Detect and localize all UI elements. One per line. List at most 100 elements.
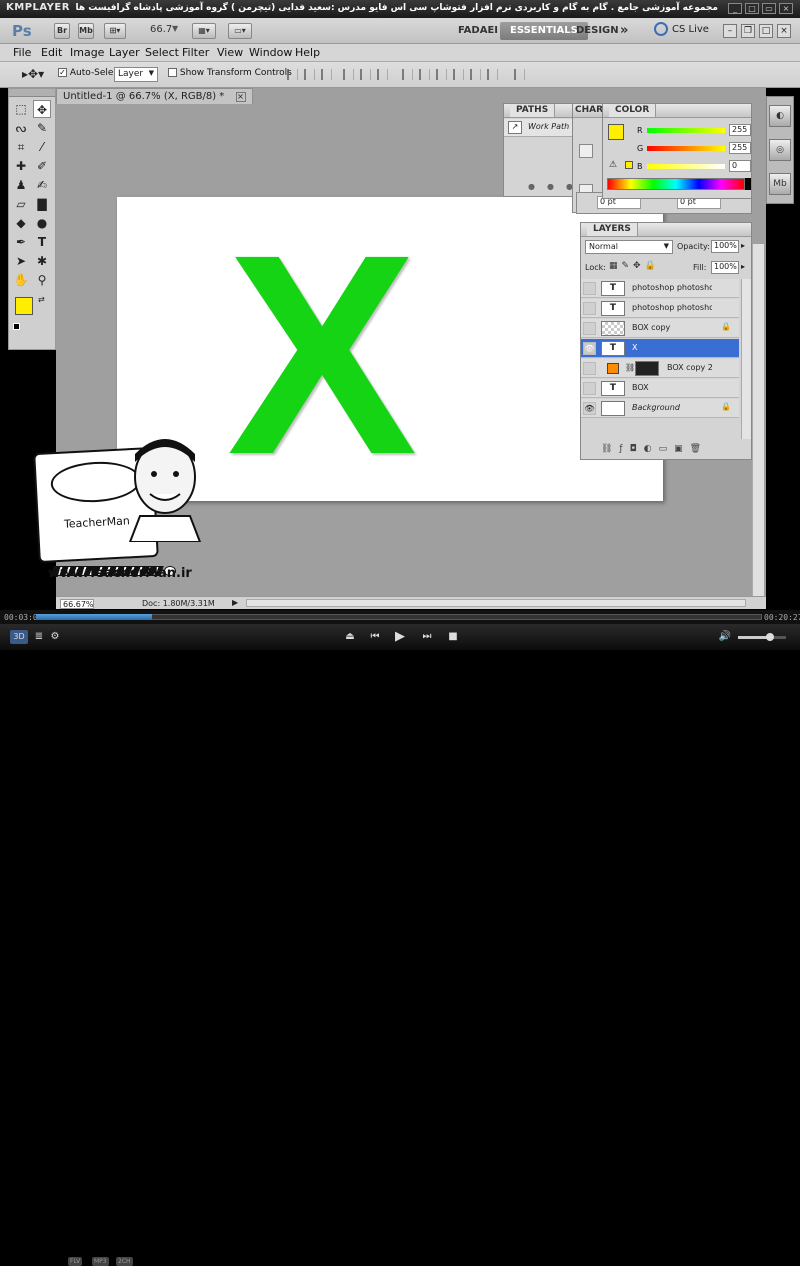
eye-icon[interactable]: 👁 — [583, 342, 596, 355]
distribute-hcenter-icon[interactable] — [470, 69, 481, 80]
opacity-value[interactable]: 100% — [711, 240, 739, 253]
ps-minimize-button[interactable]: – — [723, 24, 737, 38]
history-brush-tool-icon[interactable]: ✍ — [33, 176, 51, 194]
layer-row[interactable]: 👁 Background 🔒 — [581, 399, 739, 418]
vertical-scrollbar[interactable] — [752, 244, 764, 596]
gradient-tool-icon[interactable]: ▇ — [33, 195, 51, 213]
color-spectrum-ramp[interactable] — [607, 178, 745, 190]
menu-window[interactable]: Window — [249, 46, 292, 59]
zoom-status-field[interactable]: 66.67% — [60, 599, 94, 609]
play-icon[interactable]: ▶ — [393, 630, 407, 644]
blend-mode-dropdown[interactable]: Normal ▼ — [585, 240, 673, 254]
stop-icon[interactable]: ■ — [446, 630, 460, 644]
auto-select-dropdown[interactable]: Layer ▼ — [114, 67, 158, 82]
menu-file[interactable]: File — [13, 46, 31, 59]
eject-icon[interactable]: ⏏ — [343, 630, 357, 644]
volume-icon[interactable]: 🔊 — [718, 630, 732, 644]
quick-select-tool-icon[interactable]: ✎ — [33, 119, 51, 137]
fill-arrow-icon[interactable]: ▸ — [741, 262, 745, 271]
gamut-color-swatch[interactable] — [625, 161, 633, 169]
visibility-toggle[interactable] — [583, 362, 596, 375]
eyedropper-tool-icon[interactable]: ⁄ — [33, 138, 51, 156]
layer-row[interactable]: ⛓ BOX copy 2 — [581, 359, 739, 378]
screen-mode-button[interactable]: ▭▾ — [228, 23, 252, 39]
red-slider[interactable] — [647, 128, 725, 133]
color-fg-swatch[interactable] — [608, 124, 624, 140]
mini-bridge-button[interactable]: Mb — [78, 23, 94, 39]
distribute-top-icon[interactable] — [402, 69, 413, 80]
settings-gear-icon[interactable]: ⚙ — [48, 630, 62, 644]
foreground-color-swatch[interactable] — [15, 297, 33, 315]
dodge-tool-icon[interactable]: ● — [33, 214, 51, 232]
ps-restore-button[interactable]: ❐ — [741, 24, 755, 38]
distribute-bottom-icon[interactable] — [436, 69, 447, 80]
layer-row[interactable]: T photoshop photoshoph... — [581, 279, 739, 298]
ps-maximize-button[interactable]: □ — [759, 24, 773, 38]
menu-filter[interactable]: Filter — [182, 46, 209, 59]
marquee-tool-icon[interactable]: ⬚ — [12, 100, 30, 118]
red-value[interactable]: 255 — [729, 124, 751, 136]
layer-row[interactable]: T BOX — [581, 379, 739, 398]
workspace-fadaei[interactable]: FADAEI — [448, 22, 508, 40]
menu-layer[interactable]: Layer — [109, 46, 140, 59]
gamut-warning-icon[interactable]: ⚠ — [609, 160, 617, 170]
opacity-arrow-icon[interactable]: ▸ — [741, 241, 745, 250]
ps-close-button[interactable]: × — [777, 24, 791, 38]
auto-select-checkbox[interactable]: ✓ — [58, 68, 67, 77]
align-vcenter-icon[interactable] — [304, 69, 315, 80]
layer-row-selected[interactable]: 👁 T X — [581, 339, 739, 358]
blur-tool-icon[interactable]: ◆ — [12, 214, 30, 232]
menu-view[interactable]: View — [217, 46, 243, 59]
distribute-left-icon[interactable] — [453, 69, 464, 80]
menu-help[interactable]: Help — [295, 46, 320, 59]
document-tab[interactable]: Untitled-1 @ 66.7% (X, RGB/8) * × — [56, 88, 253, 104]
lock-icons[interactable]: ▦✎✥🔒 — [609, 261, 660, 271]
move-tool-icon[interactable]: ✥ — [33, 100, 51, 118]
crop-tool-icon[interactable]: ⌗ — [12, 138, 30, 156]
status-menu-arrow-icon[interactable]: ▶ — [232, 598, 238, 607]
align-top-icon[interactable] — [287, 69, 298, 80]
visibility-toggle[interactable] — [583, 382, 596, 395]
horizontal-scrollbar[interactable] — [246, 599, 746, 607]
zoom-tool-icon[interactable]: ⚲ — [33, 271, 51, 289]
tab-character[interactable]: CHAR — [575, 105, 603, 115]
cs-live-button[interactable]: CS Live — [672, 24, 709, 35]
mini-bridge-panel-icon[interactable]: Mb — [769, 173, 791, 195]
masks-panel-icon[interactable]: ◎ — [769, 139, 791, 161]
align-left-icon[interactable] — [343, 69, 354, 80]
kmplayer-minimize-button[interactable]: _ — [728, 3, 742, 14]
fill-value[interactable]: 100% — [711, 261, 739, 274]
eraser-tool-icon[interactable]: ▱ — [12, 195, 30, 213]
volume-knob[interactable] — [766, 633, 774, 641]
healing-brush-tool-icon[interactable]: ✚ — [12, 157, 30, 175]
kmplayer-restore-button[interactable]: □ — [745, 3, 759, 14]
path-selection-tool-icon[interactable]: ➤ — [12, 252, 30, 270]
eye-icon[interactable]: 👁 — [583, 402, 596, 415]
3d-button[interactable]: 3D — [10, 630, 28, 644]
auto-align-icon[interactable] — [514, 69, 525, 80]
char-style-icon[interactable] — [579, 144, 593, 158]
extras-button[interactable]: ⊞▾ — [104, 23, 126, 39]
arrange-documents-button[interactable]: ▦▾ — [192, 23, 216, 39]
adjustments-panel-icon[interactable]: ◐ — [769, 105, 791, 127]
layers-panel-buttons[interactable]: ⛓ƒ◘◐▭▣🗑 — [601, 444, 708, 454]
visibility-toggle[interactable] — [583, 302, 596, 315]
layers-scrollbar[interactable] — [741, 279, 751, 439]
blue-slider[interactable] — [647, 164, 725, 169]
green-value[interactable]: 255 — [729, 142, 751, 154]
layer-row[interactable]: BOX copy 🔒 — [581, 319, 739, 338]
close-icon[interactable]: × — [235, 92, 246, 102]
visibility-toggle[interactable] — [583, 282, 596, 295]
distribute-right-icon[interactable] — [487, 69, 498, 80]
kmplayer-maximize-button[interactable]: ▭ — [762, 3, 776, 14]
brush-tool-icon[interactable]: ✐ — [33, 157, 51, 175]
menu-select[interactable]: Select — [145, 46, 179, 59]
playlist-icon[interactable]: ≣ — [32, 630, 46, 644]
visibility-toggle[interactable] — [583, 322, 596, 335]
layer-row[interactable]: T photoshop photoshopph... — [581, 299, 739, 318]
green-slider[interactable] — [647, 146, 725, 151]
zoom-dropdown-icon[interactable]: ▼ — [172, 24, 178, 33]
tab-paths[interactable]: PATHS — [510, 104, 556, 117]
swap-colors-icon[interactable]: ⇄ — [38, 295, 45, 304]
distribute-vcenter-icon[interactable] — [419, 69, 430, 80]
